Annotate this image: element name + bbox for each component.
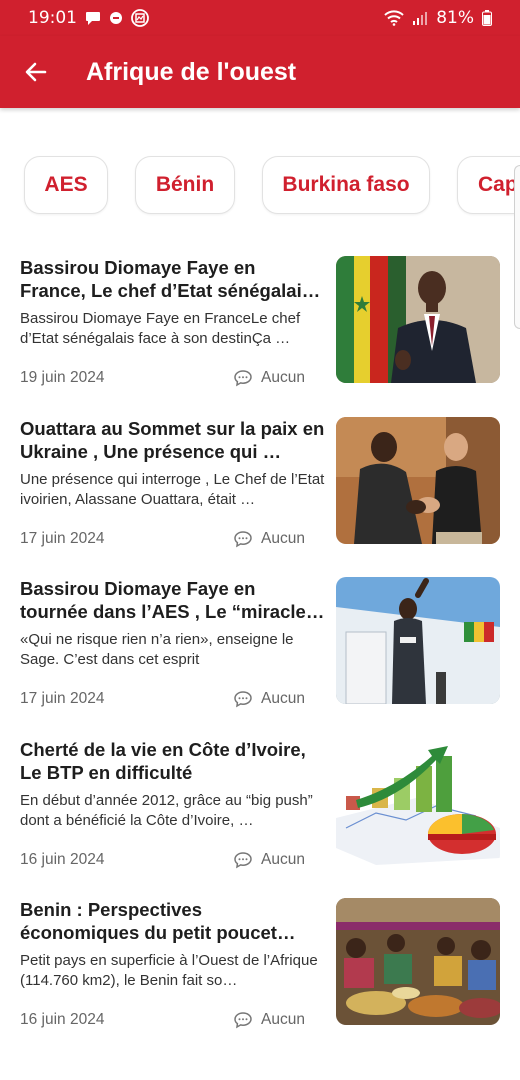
article-date: 17 juin 2024 (20, 529, 105, 547)
article-list: Bassirou Diomaye Faye en France, Le chef… (20, 256, 500, 1059)
article-item[interactable]: Cherté de la vie en Côte d’Ivoire, Le BT… (20, 737, 500, 899)
chip-burkina-faso[interactable]: Burkina faso (262, 156, 430, 214)
status-bar: 19:01 81% (0, 0, 520, 36)
comment-bubble-icon (234, 1012, 252, 1029)
article-item[interactable]: Bassirou Diomaye Faye en tournée dans l’… (20, 577, 500, 738)
article-date: 17 juin 2024 (20, 690, 105, 707)
article-item[interactable]: Benin : Perspectives économiques du peti… (20, 898, 500, 1059)
article-excerpt: Bassirou Diomaye Faye en FranceLe chef d… (20, 310, 301, 347)
article-comments[interactable]: Aucun (233, 369, 305, 387)
article-date: 16 juin 2024 (20, 1011, 105, 1028)
signal-icon (412, 11, 428, 25)
comment-count: Aucun (261, 369, 305, 386)
comment-count: Aucun (261, 690, 305, 707)
article-title[interactable]: Ouattara au Sommet sur la paix en Ukrain… (20, 417, 325, 463)
article-title[interactable]: Benin : Perspectives économiques du peti… (20, 898, 325, 944)
article-title[interactable]: Bassirou Diomaye Faye en France, Le chef… (20, 256, 325, 302)
chip-cap-vert[interactable]: Cap (457, 156, 520, 214)
chat-notification-icon (85, 11, 101, 26)
comment-count: Aucun (261, 1011, 305, 1028)
article-title[interactable]: Bassirou Diomaye Faye en tournée dans l’… (20, 577, 325, 623)
comment-bubble-icon (234, 370, 252, 387)
article-comments[interactable]: Aucun (233, 851, 305, 869)
battery-percent: 81% (436, 8, 474, 28)
arrow-left-icon (25, 62, 47, 82)
wifi-icon (384, 10, 404, 26)
article-excerpt: En début d’année 2012, grâce au “big pus… (20, 791, 313, 829)
article-thumbnail[interactable] (336, 256, 500, 383)
article-date: 16 juin 2024 (20, 850, 105, 868)
status-time: 19:01 (28, 8, 77, 28)
chip-aes[interactable]: AES (24, 156, 108, 214)
article-item[interactable]: Ouattara au Sommet sur la paix en Ukrain… (20, 416, 500, 578)
scroll-indicator (514, 165, 520, 329)
article-comments[interactable]: Aucun (233, 690, 305, 708)
comment-bubble-icon (234, 691, 252, 708)
status-left: 19:01 (28, 8, 149, 28)
chip-benin[interactable]: Bénin (135, 156, 235, 214)
article-thumbnail[interactable] (336, 416, 500, 544)
article-title[interactable]: Cherté de la vie en Côte d’Ivoire, Le BT… (20, 738, 325, 784)
battery-icon (482, 10, 492, 26)
article-thumbnail[interactable] (336, 577, 500, 704)
article-item[interactable]: Bassirou Diomaye Faye en France, Le chef… (20, 256, 500, 417)
comment-bubble-icon (234, 530, 252, 547)
category-chips: AES Bénin Burkina faso Cap (24, 156, 520, 214)
back-button[interactable] (16, 52, 56, 92)
article-date: 19 juin 2024 (20, 369, 105, 386)
article-excerpt: Petit pays en superficie à l’Ouest de l’… (20, 952, 318, 989)
article-comments[interactable]: Aucun (233, 1011, 305, 1029)
comment-count: Aucun (261, 529, 305, 547)
article-thumbnail[interactable] (336, 898, 500, 1025)
article-comments[interactable]: Aucun (233, 530, 305, 548)
app-notification-icon (131, 9, 149, 27)
messenger-notification-icon (109, 11, 123, 25)
article-excerpt: Une présence qui interroge , Le Chef de … (20, 470, 325, 508)
app-bar: Afrique de l'ouest (0, 36, 520, 108)
article-excerpt: «Qui ne risque rien n’a rien», enseigne … (20, 631, 294, 668)
article-thumbnail[interactable] (336, 737, 500, 865)
status-right: 81% (384, 8, 492, 28)
page-title: Afrique de l'ouest (86, 57, 297, 86)
comment-count: Aucun (261, 850, 305, 868)
comment-bubble-icon (234, 851, 252, 868)
